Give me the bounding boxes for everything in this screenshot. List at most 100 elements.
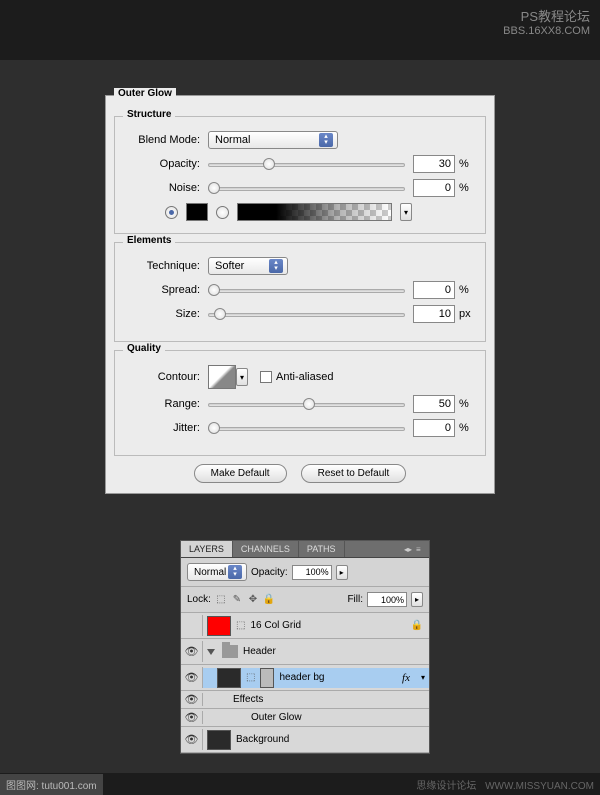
folder-icon xyxy=(222,645,238,658)
lock-label: Lock: xyxy=(187,594,211,605)
lock-all-icon[interactable]: 🔒 xyxy=(263,594,275,606)
gradient-preview[interactable] xyxy=(237,203,392,221)
quality-group: Quality Contour: ▾ Anti-aliased Range: %… xyxy=(114,350,486,456)
blend-mode-select[interactable]: Normal xyxy=(208,131,338,149)
spread-unit: % xyxy=(459,284,475,296)
contour-picker[interactable] xyxy=(208,365,236,389)
spread-slider[interactable] xyxy=(208,283,405,297)
jitter-unit: % xyxy=(459,422,475,434)
effect-label: Outer Glow xyxy=(251,712,302,723)
noise-input[interactable] xyxy=(413,179,455,197)
layer-name: 16 Col Grid xyxy=(250,620,301,631)
noise-unit: % xyxy=(459,182,475,194)
gradient-dropdown-icon[interactable]: ▾ xyxy=(400,203,412,221)
layer-row-outer-glow-effect[interactable]: 👁 Outer Glow xyxy=(181,709,429,727)
fill-dropdown-icon[interactable]: ▸ xyxy=(411,592,423,607)
jitter-input[interactable] xyxy=(413,419,455,437)
visibility-icon[interactable]: 👁 xyxy=(185,671,199,684)
fx-badge[interactable]: fx xyxy=(402,672,410,684)
tab-paths[interactable]: PATHS xyxy=(299,541,345,557)
jitter-slider[interactable] xyxy=(208,421,405,435)
size-unit: px xyxy=(459,308,475,320)
fx-disclosure-icon[interactable]: ▾ xyxy=(421,673,425,682)
layer-thumbnail[interactable] xyxy=(217,668,241,688)
layer-row-header-group[interactable]: 👁 Header xyxy=(181,639,429,665)
spread-input[interactable] xyxy=(413,281,455,299)
watermark-top-right: PS教程论坛 BBS.16XX8.COM xyxy=(503,6,590,37)
spread-label: Spread: xyxy=(125,284,200,296)
effects-label: Effects xyxy=(233,694,263,705)
size-input[interactable] xyxy=(413,305,455,323)
lock-icon: 🔒 xyxy=(411,620,423,631)
mask-thumbnail[interactable] xyxy=(260,668,274,688)
visibility-icon[interactable]: 👁 xyxy=(185,645,199,658)
visibility-icon[interactable]: 👁 xyxy=(185,711,199,724)
outer-glow-dialog: Outer Glow Structure Blend Mode: Normal … xyxy=(105,95,495,494)
dropdown-arrows-icon xyxy=(269,259,283,273)
panel-tabs: LAYERS CHANNELS PATHS ◂▸ ≡ xyxy=(181,541,429,558)
make-default-button[interactable]: Make Default xyxy=(194,464,287,483)
lock-transparency-icon[interactable]: ⬚ xyxy=(215,594,227,606)
lock-pixels-icon[interactable]: ✎ xyxy=(231,594,243,606)
layer-row-background[interactable]: 👁 Background xyxy=(181,727,429,753)
footer-bar: 图图网: tutu001.com 思缘设计论坛 WWW.MISSYUAN.COM xyxy=(0,773,600,795)
panel-collapse-icon[interactable]: ◂▸ xyxy=(404,545,414,553)
noise-label: Noise: xyxy=(125,182,200,194)
layer-row-grid[interactable]: ⬚ 16 Col Grid 🔒 xyxy=(181,613,429,639)
lock-position-icon[interactable]: ✥ xyxy=(247,594,259,606)
visibility-icon[interactable]: 👁 xyxy=(185,733,199,746)
panel-menu-icon[interactable]: ≡ xyxy=(416,545,426,553)
antialiased-label: Anti-aliased xyxy=(276,371,333,383)
gradient-radio[interactable] xyxy=(216,206,229,219)
tab-layers[interactable]: LAYERS xyxy=(181,541,233,557)
range-slider[interactable] xyxy=(208,397,405,411)
footer-right-2: WWW.MISSYUAN.COM xyxy=(485,781,594,792)
range-label: Range: xyxy=(125,398,200,410)
reset-default-button[interactable]: Reset to Default xyxy=(301,464,407,483)
layer-row-header-bg[interactable]: 👁 ⬚ header bg fx ▾ xyxy=(181,665,429,691)
antialiased-checkbox[interactable] xyxy=(260,371,272,383)
jitter-label: Jitter: xyxy=(125,422,200,434)
layer-name: Background xyxy=(236,734,289,745)
blend-mode-label: Blend Mode: xyxy=(125,134,200,146)
tab-channels[interactable]: CHANNELS xyxy=(233,541,299,557)
dropdown-arrows-icon xyxy=(319,133,333,147)
opacity-slider[interactable] xyxy=(208,157,405,171)
quality-legend: Quality xyxy=(123,343,165,354)
solid-color-radio[interactable] xyxy=(165,206,178,219)
layers-panel: LAYERS CHANNELS PATHS ◂▸ ≡ Normal Opacit… xyxy=(180,540,430,754)
layer-opacity-input[interactable] xyxy=(292,565,332,580)
opacity-dropdown-icon[interactable]: ▸ xyxy=(336,565,348,580)
technique-label: Technique: xyxy=(125,260,200,272)
contour-label: Contour: xyxy=(125,371,200,383)
size-slider[interactable] xyxy=(208,307,405,321)
dropdown-arrows-icon xyxy=(228,565,242,579)
fill-input[interactable] xyxy=(367,592,407,607)
layer-opacity-label: Opacity: xyxy=(251,567,288,578)
technique-select[interactable]: Softer xyxy=(208,257,288,275)
range-input[interactable] xyxy=(413,395,455,413)
visibility-icon[interactable]: 👁 xyxy=(185,693,199,706)
range-unit: % xyxy=(459,398,475,410)
link-icon: ⬚ xyxy=(246,672,255,683)
contour-dropdown-icon[interactable]: ▾ xyxy=(236,368,248,386)
opacity-input[interactable] xyxy=(413,155,455,173)
disclosure-icon[interactable] xyxy=(207,649,215,655)
elements-group: Elements Technique: Softer Spread: % Siz… xyxy=(114,242,486,342)
link-icon: ⬚ xyxy=(236,620,245,631)
opacity-label: Opacity: xyxy=(125,158,200,170)
layer-thumbnail[interactable] xyxy=(207,616,231,636)
footer-left: 图图网: tutu001.com xyxy=(0,774,103,795)
layer-blend-mode-select[interactable]: Normal xyxy=(187,563,247,581)
elements-legend: Elements xyxy=(123,235,175,246)
layer-row-effects[interactable]: 👁 Effects xyxy=(181,691,429,709)
fill-label: Fill: xyxy=(347,594,363,605)
layer-name: header bg xyxy=(279,672,324,683)
layer-thumbnail[interactable] xyxy=(207,730,231,750)
size-label: Size: xyxy=(125,308,200,320)
color-swatch[interactable] xyxy=(186,203,208,221)
opacity-unit: % xyxy=(459,158,475,170)
footer-right-1: 思缘设计论坛 xyxy=(416,781,476,792)
noise-slider[interactable] xyxy=(208,181,405,195)
layers-list: ⬚ 16 Col Grid 🔒 👁 Header 👁 ⬚ header bg f… xyxy=(181,613,429,753)
